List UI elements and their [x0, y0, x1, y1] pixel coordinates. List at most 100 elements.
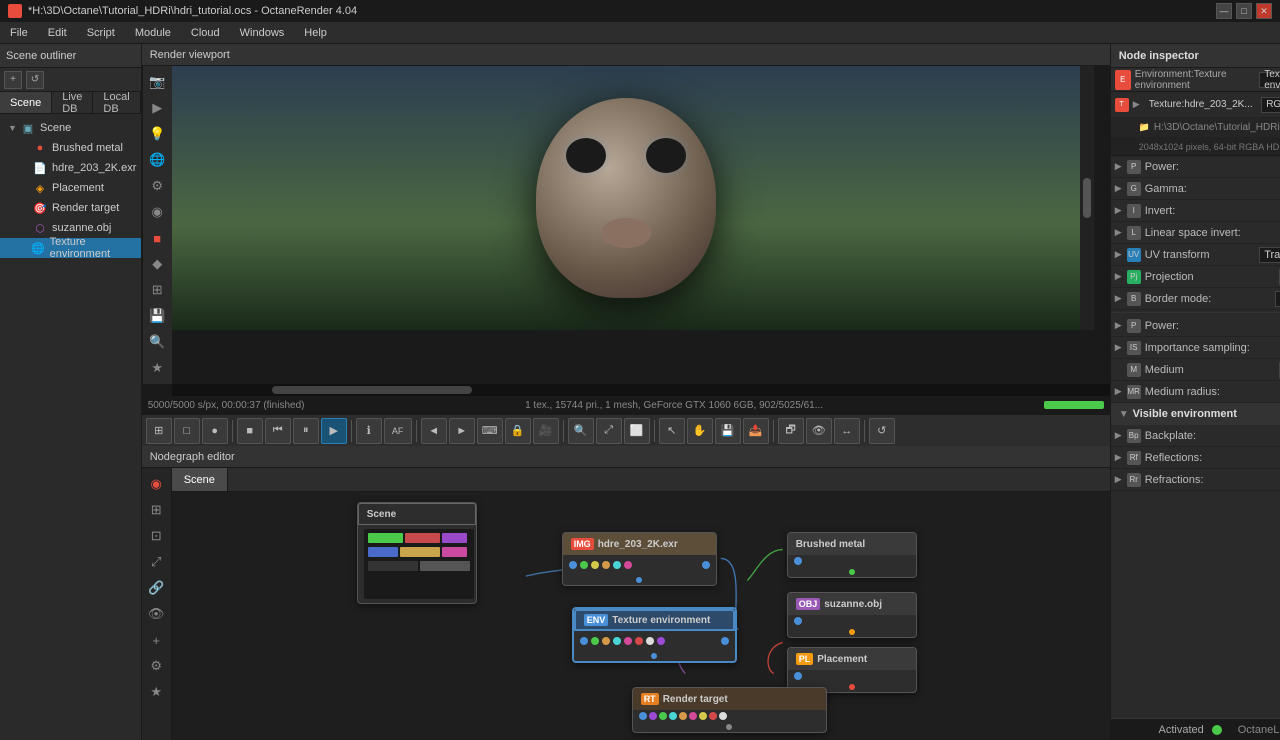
ng-settings2-icon[interactable]: ⚙: [144, 654, 168, 678]
toolbar-next-frame[interactable]: ►: [449, 418, 475, 444]
tab-localdb[interactable]: Local DB: [93, 92, 140, 113]
port-placement-in[interactable]: [794, 672, 802, 680]
toolbar-pause-btn[interactable]: ⏸: [293, 418, 319, 444]
ng-expand-icon[interactable]: ⤢: [144, 550, 168, 574]
settings-icon[interactable]: ⚙: [145, 174, 169, 198]
ng-group-icon[interactable]: ⊡: [144, 524, 168, 548]
toolbar-transform-btn[interactable]: ↔: [834, 418, 860, 444]
port-render-in-4[interactable]: [669, 712, 677, 720]
ng-node-scene[interactable]: Scene: [357, 502, 477, 604]
port-hdri-in-1[interactable]: [569, 561, 577, 569]
port-hdri-in-6[interactable]: [624, 561, 632, 569]
toolbar-view3d-btn[interactable]: 🗗: [778, 418, 804, 444]
ng-eye-icon[interactable]: 👁: [144, 602, 168, 626]
toolbar-af-btn[interactable]: AF: [384, 418, 412, 444]
tree-item-scene[interactable]: ▼ ▣ Scene: [0, 118, 141, 138]
toolbar-save-render-btn[interactable]: 💾: [715, 418, 741, 444]
ng-select-icon[interactable]: ◉: [144, 472, 168, 496]
toolbar-add-btn[interactable]: +: [4, 71, 22, 89]
env-icon[interactable]: 🌐: [145, 148, 169, 172]
port-render-in-9[interactable]: [719, 712, 727, 720]
port-render-in-6[interactable]: [689, 712, 697, 720]
toolbar-cam-btn[interactable]: 🎥: [533, 418, 559, 444]
port-suzanne-bottom[interactable]: [849, 629, 855, 635]
toolbar-rewind-btn[interactable]: ⏮: [265, 418, 291, 444]
nodegraph-canvas[interactable]: Scene: [172, 492, 1110, 740]
color-icon[interactable]: ■: [145, 226, 169, 250]
menu-script[interactable]: Script: [77, 22, 125, 43]
toolbar-remove-btn[interactable]: ↺: [26, 71, 44, 89]
ng-node-suzanne[interactable]: OBJ suzanne.obj: [787, 592, 917, 638]
menu-help[interactable]: Help: [294, 22, 337, 43]
port-suzanne-in[interactable]: [794, 617, 802, 625]
toolbar-key-btn[interactable]: ⌨: [477, 418, 503, 444]
tree-item-placement[interactable]: ◈ Placement: [0, 178, 141, 198]
port-brushed-bottom[interactable]: [849, 569, 855, 575]
tree-item-suzanne[interactable]: ⬡ suzanne.obj: [0, 218, 141, 238]
toolbar-info-btn[interactable]: ℹ: [356, 418, 382, 444]
toolbar-cursor-btn[interactable]: ↖: [659, 418, 685, 444]
tab-livedb[interactable]: Live DB: [52, 92, 93, 113]
port-brushed-in[interactable]: [794, 557, 802, 565]
tree-item-render-target[interactable]: 🎯 Render target: [0, 198, 141, 218]
grid-icon[interactable]: ⊞: [145, 278, 169, 302]
port-hdri-in-2[interactable]: [580, 561, 588, 569]
viewport-scrollbar-v[interactable]: [1083, 178, 1091, 218]
material-icon[interactable]: ◉: [145, 200, 169, 224]
port-texenv-out-1[interactable]: [721, 637, 729, 645]
toolbar-layout-btn[interactable]: □: [174, 418, 200, 444]
port-texenv-bottom[interactable]: [651, 653, 657, 659]
port-hdri-out-1[interactable]: [702, 561, 710, 569]
port-placement-bottom[interactable]: [849, 684, 855, 690]
toolbar-zoom-btn[interactable]: 🔍: [568, 418, 594, 444]
toolbar-move-btn[interactable]: ✋: [687, 418, 713, 444]
light-icon[interactable]: 💡: [145, 122, 169, 146]
toolbar-fit-btn[interactable]: ⤢: [596, 418, 622, 444]
port-texenv-in-5[interactable]: [624, 637, 632, 645]
zoom-icon[interactable]: 🔍: [145, 330, 169, 354]
menu-cloud[interactable]: Cloud: [181, 22, 230, 43]
port-texenv-in-3[interactable]: [602, 637, 610, 645]
port-hdri-in-3[interactable]: [591, 561, 599, 569]
menu-file[interactable]: File: [0, 22, 38, 43]
port-render-in-5[interactable]: [679, 712, 687, 720]
port-render-in-3[interactable]: [659, 712, 667, 720]
port-render-bottom[interactable]: [726, 724, 732, 730]
port-texenv-in-2[interactable]: [591, 637, 599, 645]
port-render-in-2[interactable]: [649, 712, 657, 720]
env-dropdown[interactable]: Texture environment: [1259, 72, 1280, 88]
tree-item-texture-env[interactable]: 🌐 Texture environment: [0, 238, 141, 258]
tree-item-brushed-metal[interactable]: ● Brushed metal: [0, 138, 141, 158]
port-hdri-in-4[interactable]: [602, 561, 610, 569]
maximize-button[interactable]: □: [1236, 3, 1252, 19]
ng-node-hdri[interactable]: IMG hdre_203_2K.exr: [562, 532, 717, 586]
tree-item-hdre[interactable]: 📄 hdre_203_2K.exr: [0, 158, 141, 178]
port-texenv-in-7[interactable]: [646, 637, 654, 645]
ng-link-icon[interactable]: 🔗: [144, 576, 168, 600]
rgb-image-dropdown[interactable]: RGB image: [1261, 97, 1280, 113]
toolbar-stop-btn[interactable]: ■: [237, 418, 263, 444]
tab-scene[interactable]: Scene: [0, 92, 52, 113]
toolbar-export-btn[interactable]: 📤: [743, 418, 769, 444]
border-mode-dropdown[interactable]: Wrap around: [1275, 291, 1280, 307]
close-button[interactable]: ✕: [1256, 3, 1272, 19]
camera-icon[interactable]: 📷: [145, 70, 169, 94]
ng-star2-icon[interactable]: ★: [144, 680, 168, 704]
port-render-in-8[interactable]: [709, 712, 717, 720]
port-hdri-bottom[interactable]: [636, 577, 642, 583]
toolbar-lock-btn[interactable]: 🔒: [505, 418, 531, 444]
toolbar-viewport-btn[interactable]: ⊞: [146, 418, 172, 444]
toolbar-render-btn[interactable]: ●: [202, 418, 228, 444]
port-texenv-in-1[interactable]: [580, 637, 588, 645]
misc-icon[interactable]: ◆: [145, 252, 169, 276]
port-texenv-in-6[interactable]: [635, 637, 643, 645]
ng-grid-icon[interactable]: ⊞: [144, 498, 168, 522]
port-render-in-1[interactable]: [639, 712, 647, 720]
ng-node-texture-env[interactable]: ENV Texture environment: [572, 607, 737, 663]
visible-env-section[interactable]: ▼ Visible environment: [1111, 403, 1280, 425]
viewport-scrollbar-h[interactable]: [272, 386, 472, 394]
toolbar-stereo-btn[interactable]: 👁: [806, 418, 832, 444]
toolbar-prev-frame[interactable]: ◄: [421, 418, 447, 444]
menu-module[interactable]: Module: [125, 22, 181, 43]
toolbar-region-btn[interactable]: ⬜: [624, 418, 650, 444]
